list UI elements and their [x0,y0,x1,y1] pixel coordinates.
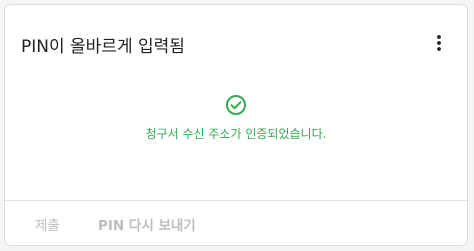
submit-button[interactable]: 제출 [35,214,60,234]
pin-verification-card: PIN이 올바르게 입력됨 청구서 수신 주소가 인증되었습니다. 제출 PIN… [4,4,468,246]
more-options-button[interactable] [427,30,451,56]
status-message: 청구서 수신 주소가 인증되었습니다. [145,127,327,141]
card-actions: 제출 PIN 다시 보내기 [5,201,467,246]
check-circle-icon [226,95,246,115]
more-vert-icon [437,35,441,51]
card-title: PIN이 올바르게 입력됨 [21,37,185,57]
card-header: PIN이 올바르게 입력됨 [21,30,451,60]
verification-status: 청구서 수신 주소가 인증되었습니다. [5,94,467,142]
resend-pin-button[interactable]: PIN 다시 보내기 [98,214,196,234]
